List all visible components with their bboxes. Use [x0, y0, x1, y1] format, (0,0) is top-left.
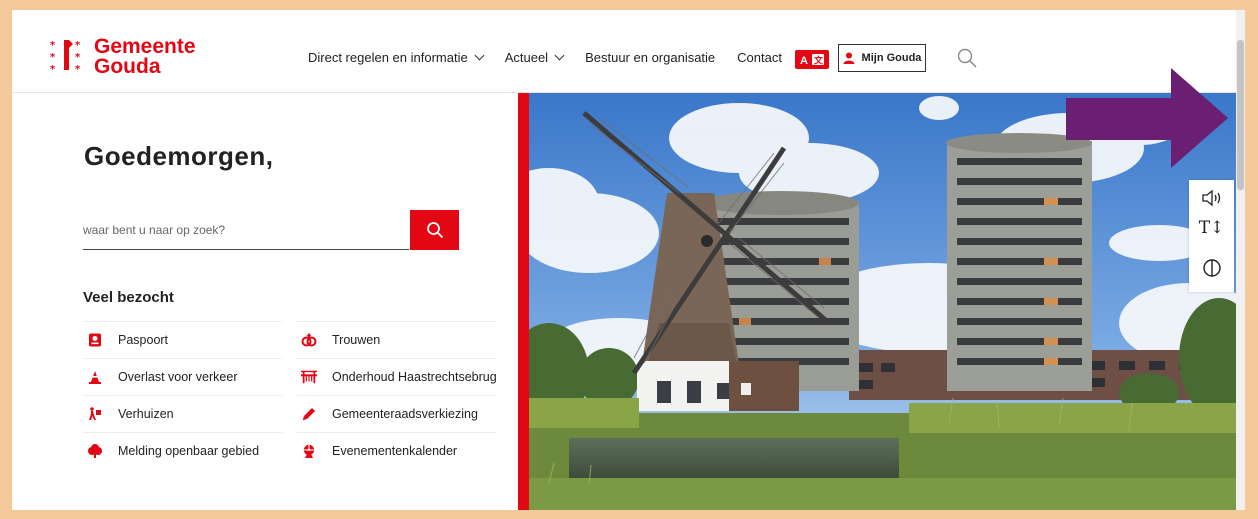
tree-icon: [87, 443, 103, 459]
annotation-arrow-icon: [1066, 68, 1231, 183]
contrast-icon: [1202, 259, 1221, 277]
nav-actueel[interactable]: Actueel: [504, 50, 565, 65]
site-search: [83, 210, 459, 250]
nav-contact[interactable]: Contact: [737, 50, 782, 65]
veel-bezocht-heading: Veel bezocht: [83, 289, 174, 306]
list-item-label: Overlast voor verkeer: [118, 370, 238, 384]
chevron-down-icon: [474, 50, 485, 61]
traffic-cone-icon: [87, 369, 103, 385]
list-item-gemeenteraadsverkiezing[interactable]: Gemeenteraadsverkiezing: [297, 395, 497, 432]
brand-name-line2: Gouda: [94, 55, 161, 78]
read-aloud-icon: [1201, 189, 1220, 207]
svg-text:A: A: [800, 55, 808, 67]
list-item-label: Melding openbaar gebied: [118, 444, 260, 458]
hero-accent-band: [518, 93, 529, 510]
translate-button[interactable]: A 文: [795, 50, 829, 69]
contrast-button[interactable]: [1189, 252, 1234, 284]
list-item-haastrechtsebrug[interactable]: Onderhoud Haastrechtsebrug: [297, 358, 497, 395]
list-item-overlast[interactable]: Overlast voor verkeer: [83, 358, 283, 395]
svg-text:*: *: [75, 64, 81, 75]
scrollbar-thumb[interactable]: [1237, 40, 1244, 190]
search-icon: [957, 48, 977, 68]
list-item-evenementenkalender[interactable]: Evenementenkalender: [297, 432, 497, 469]
svg-text:*: *: [75, 52, 81, 63]
search-input[interactable]: [83, 210, 409, 250]
brand-name-line1: Gemeente: [94, 35, 196, 58]
greeting-heading: Goedemorgen,: [84, 141, 274, 171]
search-icon: [426, 222, 443, 239]
list-item-label: Onderhoud Haastrechtsebrug: [332, 370, 497, 384]
text-size-button[interactable]: T↕: [1189, 212, 1234, 244]
ferris-wheel-icon: [301, 443, 317, 459]
list-item-label: Evenementenkalender: [332, 444, 458, 458]
mijn-gouda-label: Mijn Gouda: [861, 52, 922, 64]
gouda-coat-of-arms-icon: * * * * * *: [48, 36, 90, 78]
nav-bestuur[interactable]: Bestuur en organisatie: [585, 50, 715, 65]
nav-item-label: Bestuur en organisatie: [585, 50, 716, 65]
site-header: * * * * * * Gemeente Gouda Direct regelen en…: [12, 10, 1245, 93]
list-item-melding[interactable]: Melding openbaar gebied: [83, 432, 283, 469]
read-aloud-button[interactable]: [1189, 182, 1234, 214]
nav-item-label: Contact: [737, 50, 782, 65]
mijn-gouda-button[interactable]: Mijn Gouda: [838, 44, 926, 72]
gemeente-gouda-logo[interactable]: * * * * * * Gemeente Gouda: [48, 36, 196, 78]
nav-direct-regelen[interactable]: Direct regelen en informatie: [308, 50, 485, 65]
nav-item-label: Actueel: [504, 50, 549, 65]
nav-item-label: Direct regelen en informatie: [308, 50, 468, 65]
accessibility-toolbar: T↕: [1189, 180, 1234, 292]
list-item-label: Trouwen: [332, 333, 381, 347]
moving-person-icon: [87, 406, 103, 422]
chevron-down-icon: [554, 50, 565, 61]
header-search-button[interactable]: [957, 48, 977, 73]
svg-text:文: 文: [813, 55, 824, 67]
list-item-label: Verhuizen: [118, 407, 174, 421]
list-item-label: Paspoort: [118, 333, 169, 347]
svg-text:*: *: [50, 52, 56, 63]
list-item-label: Gemeenteraadsverkiezing: [332, 407, 478, 421]
browser-viewport: * * * * * * Gemeente Gouda Direct regelen en…: [12, 10, 1245, 510]
passport-icon: [87, 332, 103, 348]
list-item-paspoort[interactable]: Paspoort: [83, 321, 283, 358]
search-submit-button[interactable]: [410, 210, 459, 250]
veel-bezocht-column-left: Paspoort Overlast voor verkeer Verhuizen…: [83, 321, 283, 469]
translate-icon: A 文: [800, 54, 824, 67]
list-item-trouwen[interactable]: Trouwen: [297, 321, 497, 358]
svg-text:*: *: [50, 64, 56, 75]
user-icon: [843, 52, 855, 64]
main-nav: Direct regelen en informatie Actueel Bes…: [308, 50, 804, 65]
text-size-icon: T↕: [1198, 218, 1225, 238]
list-item-verhuizen[interactable]: Verhuizen: [83, 395, 283, 432]
bridge-icon: [301, 369, 317, 385]
svg-text:*: *: [50, 40, 56, 51]
veel-bezocht-column-right: Trouwen Onderhoud Haastrechtsebrug Gemee…: [297, 321, 497, 469]
pencil-icon: [301, 406, 317, 422]
page-scrollbar[interactable]: [1236, 10, 1245, 510]
rings-icon: [301, 332, 317, 348]
svg-text:*: *: [75, 40, 81, 51]
